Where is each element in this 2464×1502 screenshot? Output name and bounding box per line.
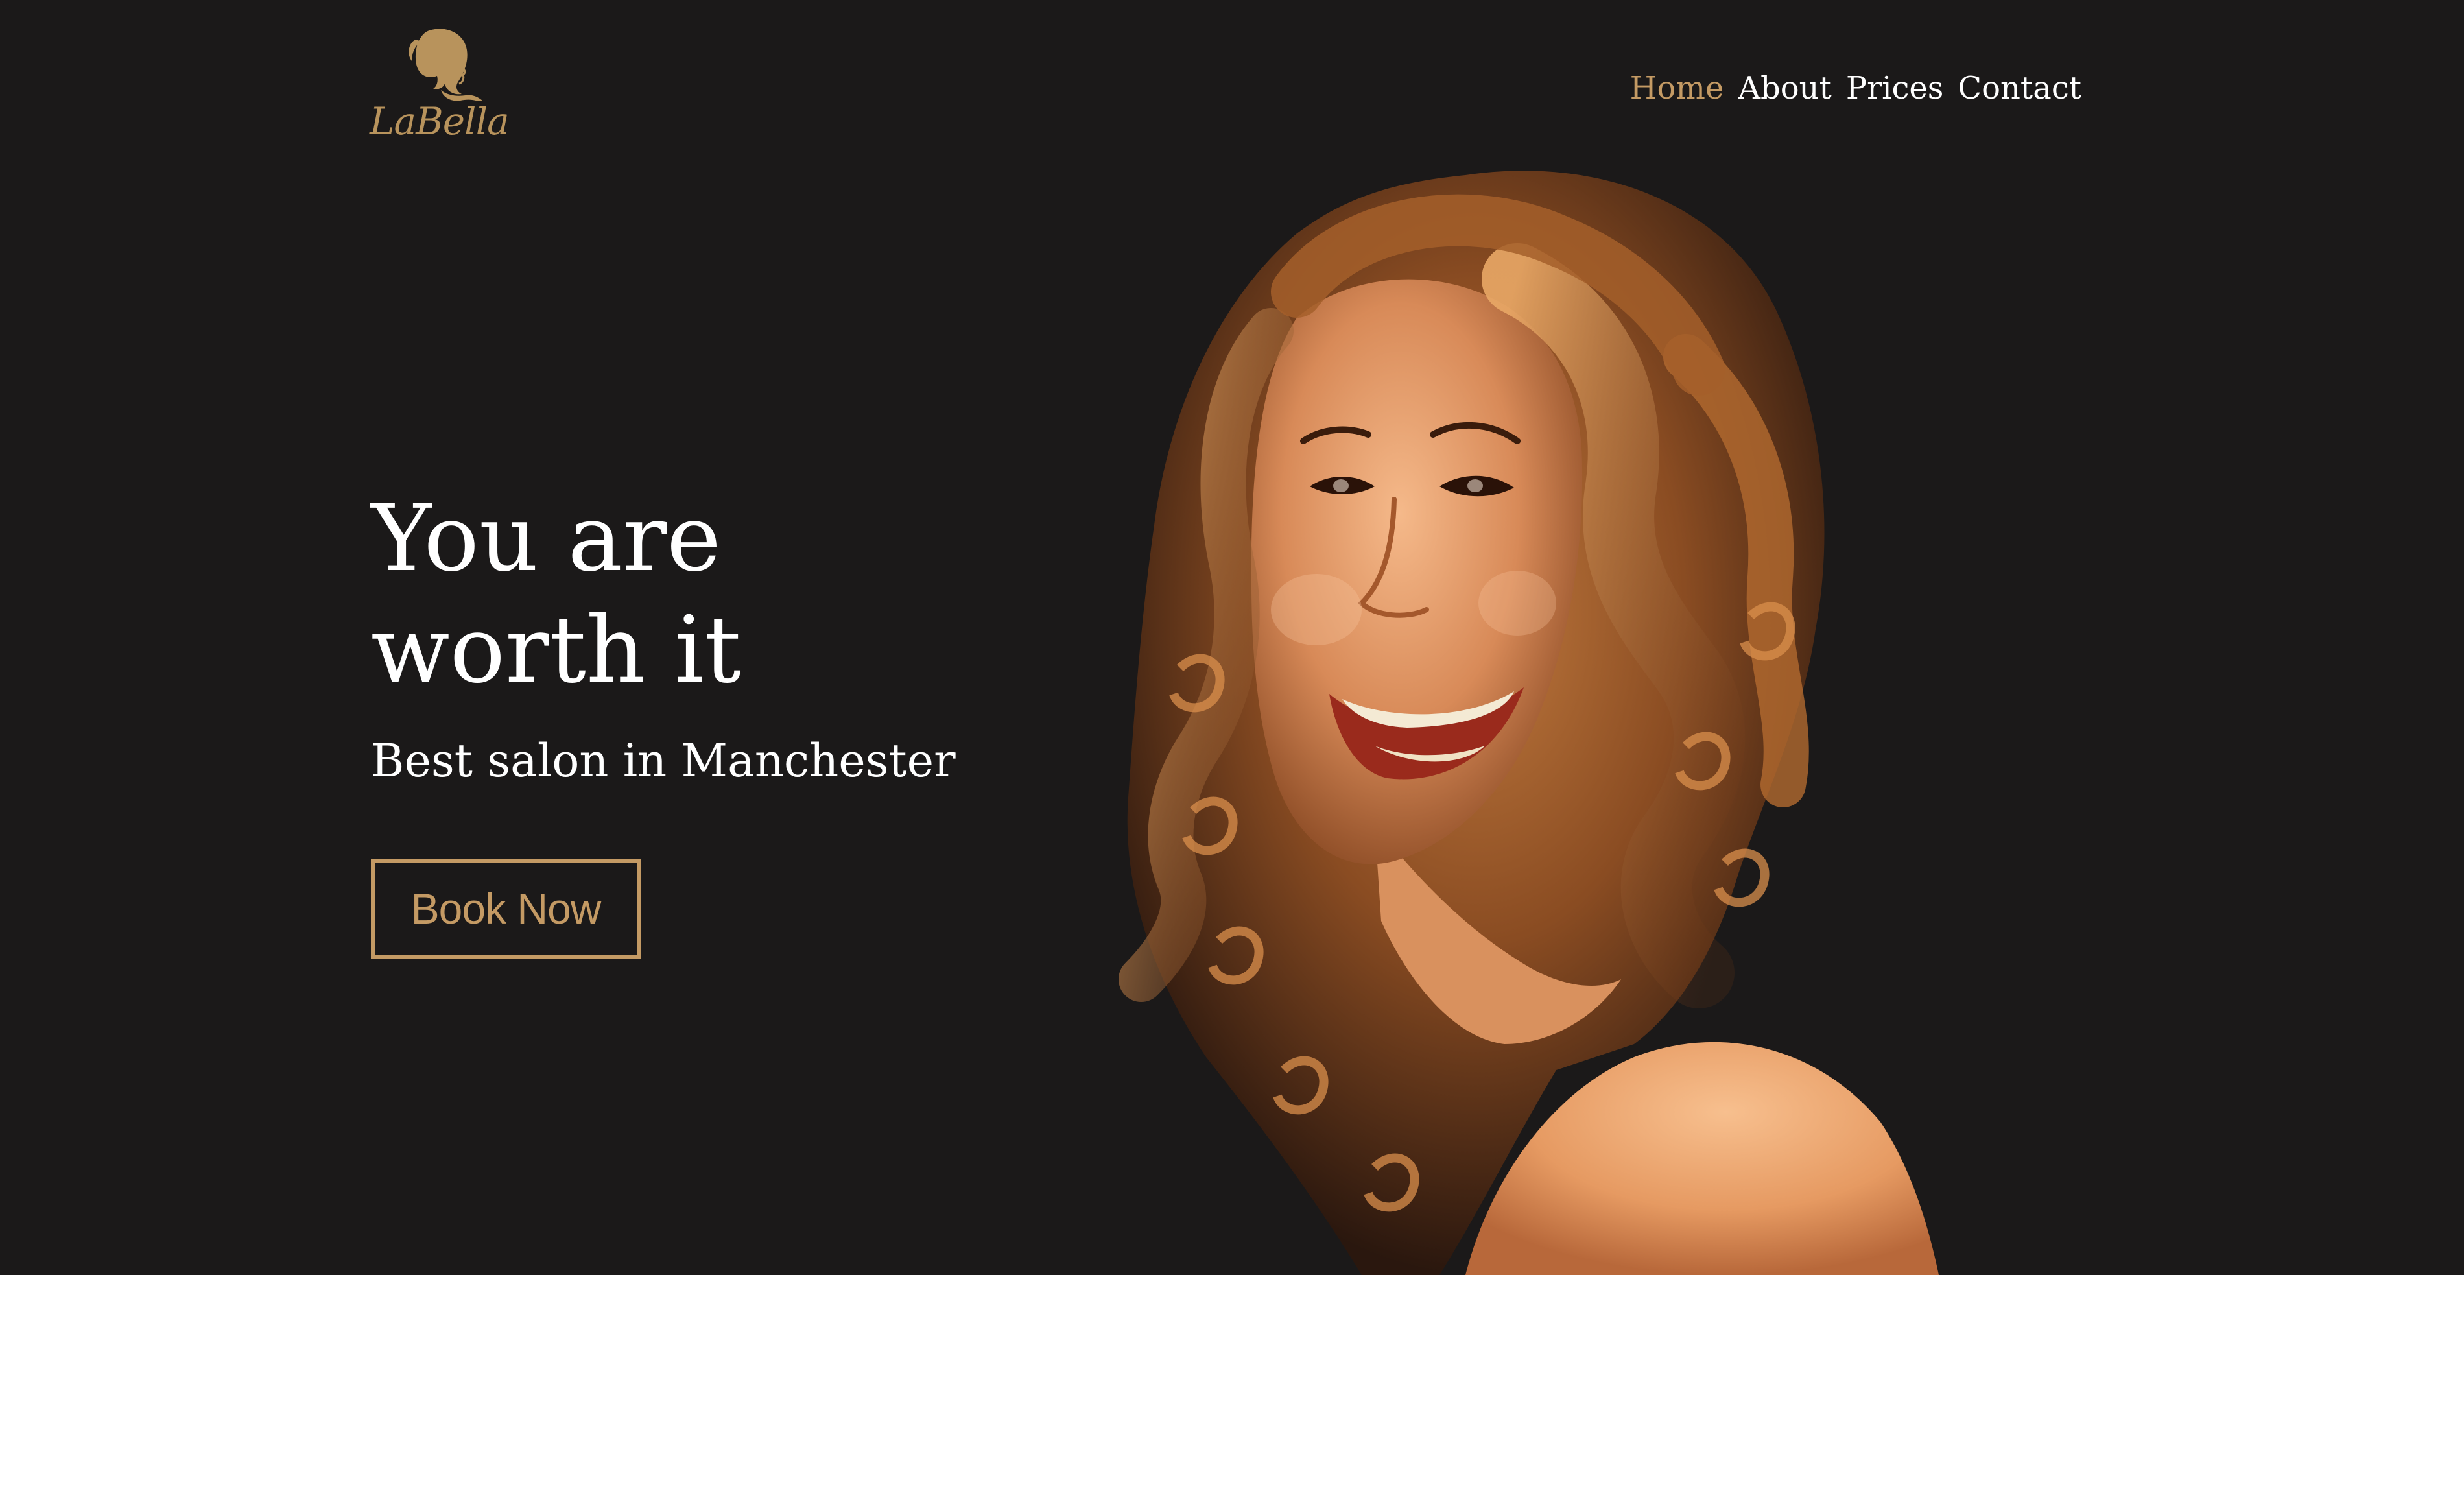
nav-item-prices[interactable]: Prices [1846, 70, 1944, 106]
nav-item-home[interactable]: Home [1630, 70, 1724, 106]
main-nav: Home About Prices Contact [1630, 70, 2081, 106]
hero-portrait-image [1119, 171, 1939, 1275]
book-now-button[interactable]: Book Now [371, 859, 641, 959]
hero-subheadline: Best salon in Manchester [371, 734, 956, 787]
nav-item-contact[interactable]: Contact [1958, 70, 2081, 106]
content-section-start [0, 1275, 2464, 1502]
woman-silhouette-icon [409, 29, 482, 101]
hero-headline-line-1: You are [371, 485, 722, 592]
hero-section: LaBella Home About Prices Contact You ar… [0, 0, 2464, 1275]
brand-name: LaBella [370, 99, 510, 143]
logo[interactable]: LaBella [370, 23, 510, 146]
nav-item-about[interactable]: About [1738, 70, 1832, 106]
hero-headline: You are worth it [371, 483, 1019, 706]
hero-headline-line-2: worth it [371, 597, 742, 704]
